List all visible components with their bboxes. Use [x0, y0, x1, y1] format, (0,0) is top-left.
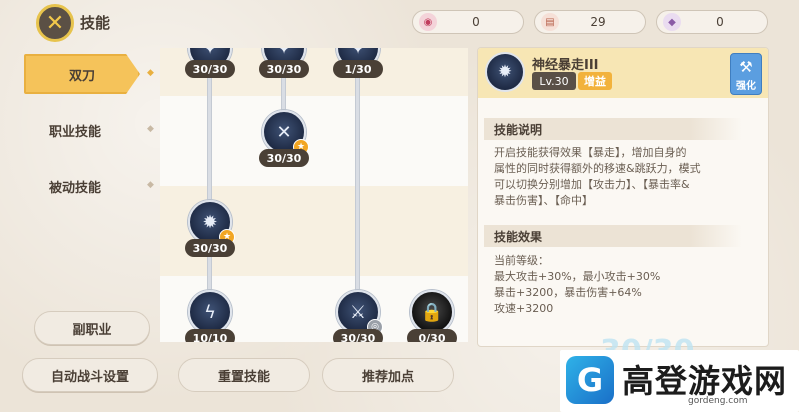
tab-dot-icon: ◆	[147, 180, 154, 190]
effect-line: 攻速+3200	[494, 302, 554, 315]
skill-node-locked[interactable]: 🔒	[410, 290, 454, 334]
crystal-icon: ◆	[663, 13, 681, 31]
sub-job-button[interactable]: 副职业	[34, 311, 150, 345]
skill-node-lightning[interactable]: ϟ	[188, 290, 232, 334]
skill-icon: ✦	[276, 48, 292, 59]
tree-connector	[355, 68, 360, 294]
skill-level-label: 0/30	[407, 329, 457, 342]
skill-node-slash[interactable]: ⚔ ◎	[336, 290, 383, 335]
berserk-icon: ✹	[202, 211, 218, 233]
enhance-button[interactable]: ⚒ 强化	[730, 53, 762, 95]
header: ✕ 技能 ◉ 0 ▤ 29 ◆ 0	[0, 0, 799, 44]
site-logo-icon: G	[566, 356, 614, 404]
skill-type-tag: 增益	[578, 72, 612, 90]
skill-level-label: 30/30	[259, 60, 309, 78]
skill-level-label: 1/30	[333, 60, 383, 78]
skill-level-label: 30/30	[333, 329, 383, 342]
tree-connector	[207, 68, 212, 294]
gem-icon: ◉	[419, 13, 437, 31]
description-line: 开启技能获得效果【暴走】，增加自身的	[494, 146, 687, 159]
skill-detail-header: ✹ 神经暴走III Lv.30 增益 ⚒ 强化	[478, 48, 768, 98]
effect-line: 最大攻击+30%，最小攻击+30%	[494, 270, 661, 283]
tab-dual-blades[interactable]: 双刀	[24, 54, 140, 94]
skill-level-label: 10/10	[185, 329, 235, 342]
effect-line: 暴击+3200，暴击伤害+64%	[494, 286, 642, 299]
berserk-icon: ✹	[485, 52, 525, 92]
currency-gem: ◉ 0	[412, 10, 524, 34]
currency-crystal: ◆ 0	[656, 10, 768, 34]
skill-level-label: 30/30	[185, 60, 235, 78]
slash-icon: ⚔	[349, 301, 367, 323]
skill-detail-panel: ✹ 神经暴走III Lv.30 增益 ⚒ 强化 技能说明 开启技能获得效果【暴走…	[477, 47, 769, 347]
cross-blades-icon: ✕	[276, 121, 292, 143]
currency-scroll-value: 29	[590, 15, 606, 29]
skill-icon: ✦	[350, 48, 366, 59]
hammer-icon: ⚒	[739, 58, 753, 76]
description-heading: 技能说明	[484, 118, 742, 140]
skill-level-badge: Lv.30	[532, 72, 576, 90]
watermark-url: gordeng.com	[688, 396, 748, 406]
skill-node-cross-blades[interactable]: ✕ ★	[262, 110, 309, 155]
page-title: 技能	[80, 14, 111, 32]
skill-name: 神经暴走III	[532, 58, 599, 73]
enhance-label: 强化	[736, 81, 756, 92]
tab-job-skills[interactable]: 职业技能	[0, 110, 150, 150]
description-text: 开启技能获得效果【暴走】，增加自身的 属性的同时获得额外的移速&跳跃力，模式 可…	[494, 145, 730, 209]
effect-text: 当前等级： 最大攻击+30%，最小攻击+30% 暴击+3200，暴击伤害+64%…	[494, 253, 730, 317]
description-line: 暴击伤害】、【命中】	[494, 194, 593, 207]
skill-node-berserk[interactable]: ✹ ★	[188, 200, 235, 245]
tab-dot-icon: ◆	[147, 124, 154, 134]
description-line: 属性的同时获得额外的移速&跳跃力，模式	[494, 162, 701, 175]
effect-heading: 技能效果	[484, 225, 742, 247]
currency-scroll: ▤ 29	[534, 10, 646, 34]
close-x-icon: ✕	[45, 10, 65, 36]
recommend-points-button[interactable]: 推荐加点	[322, 358, 454, 392]
skill-level-label: 30/30	[259, 149, 309, 167]
skill-tree[interactable]: ✦ 30/30 ✦ 30/30 ✦ 1/30 ✕ ★ 30/30 ✹ ★ 30/…	[160, 48, 468, 342]
reset-skills-button[interactable]: 重置技能	[178, 358, 310, 392]
skill-level-label: 30/30	[185, 239, 235, 257]
effect-line: 当前等级：	[494, 254, 549, 267]
lightning-icon: ϟ	[204, 301, 216, 323]
scroll-icon: ▤	[541, 13, 559, 31]
tab-indicator-icon: ◆	[147, 68, 154, 78]
description-line: 可以切换分别增加【攻击力】、【暴击率&	[494, 178, 690, 191]
auto-battle-settings-button[interactable]: 自动战斗设置	[22, 358, 158, 392]
watermark: G 高登游戏网 gordeng.com	[560, 350, 799, 412]
currency-gem-value: 0	[472, 15, 480, 29]
lock-icon: 🔒	[420, 301, 444, 323]
currency-crystal-value: 0	[716, 15, 724, 29]
skill-icon: ✦	[202, 48, 218, 59]
close-button[interactable]: ✕	[36, 4, 74, 42]
tab-passive-skills[interactable]: 被动技能	[0, 166, 150, 206]
